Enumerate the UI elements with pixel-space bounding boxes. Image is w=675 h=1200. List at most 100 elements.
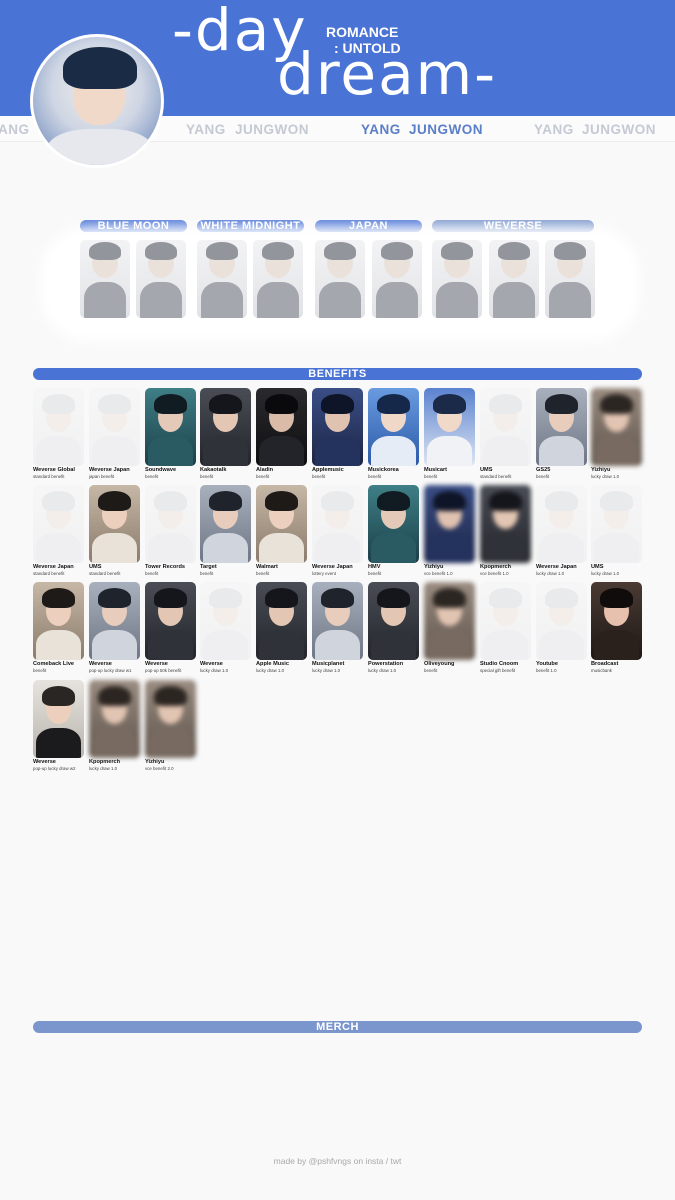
photocard-store: Youtube [536, 661, 558, 667]
photocard-benefit-type: japan benefit [89, 474, 115, 479]
photocard-image [368, 485, 419, 563]
benefit-photocard[interactable]: UMS lucky draw 1.0 [591, 485, 642, 576]
photocard-benefit-type: vce benefit 1.0 [424, 571, 453, 576]
benefit-photocard[interactable]: UMS standard benefit [89, 485, 140, 576]
photocard-benefit-type: benefit 1.0 [536, 668, 557, 673]
benefit-photocard[interactable]: Weverse Japan lottery event [312, 485, 363, 576]
photocard-image [200, 388, 251, 466]
photocard-benefit-type: benefit [368, 571, 382, 576]
photocard-benefit-type: pop-up lucky draw w2 [33, 766, 76, 771]
photocard-store: UMS [591, 564, 604, 570]
photocard-store: Tower Records [145, 564, 185, 570]
benefit-photocard[interactable]: Aladin benefit [256, 388, 307, 479]
version-photocard[interactable] [80, 240, 130, 318]
photocard-store: Kpopmerch [480, 564, 512, 570]
benefit-photocard[interactable]: Target benefit [200, 485, 251, 576]
photocard-store: Weverse [33, 759, 56, 765]
photocard-benefit-type: lucky draw 1.0 [591, 571, 620, 576]
photocard-store: Weverse [200, 661, 223, 667]
benefit-photocard[interactable]: Weverse lucky draw 1.0 [200, 582, 251, 673]
benefit-photocard[interactable]: Musicplanet lucky draw 1.0 [312, 582, 363, 673]
benefit-photocard[interactable]: HMV benefit [368, 485, 419, 576]
benefit-photocard[interactable]: Musickorea benefit [368, 388, 419, 479]
benefit-photocard[interactable]: Weverse Japan standard benefit [33, 485, 84, 576]
photocard-store: Applemusic [312, 467, 344, 473]
photocard-store: Soundwave [145, 467, 177, 473]
photocard-benefit-type: benefit [256, 571, 270, 576]
name-strip-item: YANG [186, 122, 226, 137]
benefit-photocard[interactable]: UMS standard benefit [480, 388, 531, 479]
benefit-photocard[interactable]: GS25 benefit [536, 388, 587, 479]
photocard-image [591, 388, 642, 466]
version-photocard[interactable] [432, 240, 482, 318]
benefit-photocard[interactable]: Kpopmerch lucky draw 1.0 [89, 680, 140, 771]
photocard-store: Walmart [256, 564, 278, 570]
photocard-store: Musickorea [368, 467, 399, 473]
benefit-photocard[interactable]: Tower Records benefit [145, 485, 196, 576]
benefit-photocard[interactable]: Powerstation lucky draw 1.0 [368, 582, 419, 673]
benefit-photocard[interactable]: Oliveyoung benefit [424, 582, 475, 673]
benefit-photocard[interactable]: Apple Music lucky draw 1.0 [256, 582, 307, 673]
album-title: -day dream- [172, 0, 512, 116]
photocard-benefit-type: benefit [200, 474, 214, 479]
photocard-store: HMV [368, 564, 381, 570]
name-strip-item: ANG [0, 122, 30, 137]
benefit-photocard[interactable]: Weverse pop-up lucky draw w2 [33, 680, 84, 771]
benefit-photocard[interactable]: Yizhiyu vce benefit 2.0 [145, 680, 196, 771]
photocard-store: Weverse Japan [536, 564, 577, 570]
photocard-store: GS25 [536, 467, 551, 473]
photocard-benefit-type: vce benefit 2.0 [145, 766, 174, 771]
benefit-photocard[interactable]: Kakaotalk benefit [200, 388, 251, 479]
version-photocard[interactable] [545, 240, 595, 318]
photocard-image [33, 388, 84, 466]
version-photocard[interactable] [489, 240, 539, 318]
photocard-benefit-type: pop-up lucky draw w1 [89, 668, 132, 673]
benefit-photocard[interactable]: Weverse Japan japan benefit [89, 388, 140, 479]
photocard-benefit-type: standard benefit [33, 571, 65, 576]
subtitle-line1: ROMANCE [326, 24, 399, 40]
photocard-image [89, 582, 140, 660]
benefit-photocard[interactable]: Comeback Live benefit [33, 582, 84, 673]
benefits-section-header: BENEFITS [33, 368, 642, 380]
benefit-photocard[interactable]: Kpopmerch vce benefit 1.0 [480, 485, 531, 576]
credit-footer: made by @pshfvngs on insta / twt [273, 1156, 402, 1166]
benefit-photocard[interactable]: Weverse pop-up lucky draw w1 [89, 582, 140, 673]
benefit-photocard[interactable]: Studio Cnoom special gift benefit [480, 582, 531, 673]
version-photocard[interactable] [136, 240, 186, 318]
benefit-photocard[interactable]: Weverse pop-up 50k benefit [145, 582, 196, 673]
benefit-photocard[interactable]: Musicart benefit [424, 388, 475, 479]
photocard-benefit-type: lucky draw 1.0 [200, 668, 229, 673]
version-photocard[interactable] [253, 240, 303, 318]
benefit-photocard[interactable]: Soundwave benefit [145, 388, 196, 479]
benefit-photocard[interactable]: Yizhiyu vce benefit 1.0 [424, 485, 475, 576]
benefit-photocard[interactable]: Weverse Japan lucky draw 1.0 [536, 485, 587, 576]
photocard-image [312, 582, 363, 660]
photocard-benefit-type: lottery event [312, 571, 336, 576]
benefit-photocard[interactable]: Applemusic benefit [312, 388, 363, 479]
benefit-photocard[interactable]: Broadcast musicbank [591, 582, 642, 673]
photocard-benefit-type: benefit [312, 474, 326, 479]
photocard-image [145, 388, 196, 466]
benefit-photocard[interactable]: Yizhiyu lucky draw 1.0 [591, 388, 642, 479]
photocard-image [89, 485, 140, 563]
photocard-image [536, 485, 587, 563]
photocard-store: Oliveyoung [424, 661, 455, 667]
version-tag-blue-moon: BLUE MOON [80, 220, 187, 232]
benefit-photocard[interactable]: Weverse Global standard benefit [33, 388, 84, 479]
version-photocard[interactable] [197, 240, 247, 318]
photocard-benefit-type: benefit [145, 571, 159, 576]
photocard-store: Weverse Japan [33, 564, 74, 570]
photocard-image [591, 582, 642, 660]
benefit-photocard[interactable]: Youtube benefit 1.0 [536, 582, 587, 673]
version-photocard[interactable] [372, 240, 422, 318]
version-photocard[interactable] [315, 240, 365, 318]
photocard-image [368, 582, 419, 660]
photocard-store: Yizhiyu [145, 759, 165, 765]
photocard-image [312, 388, 363, 466]
photocard-store: Musicart [424, 467, 448, 473]
benefit-photocard[interactable]: Walmart benefit [256, 485, 307, 576]
album-subtitle: ROMANCE : UNTOLD [326, 24, 401, 56]
merch-section-header: MERCH [33, 1021, 642, 1033]
photocard-benefit-type: benefit [256, 474, 270, 479]
photocard-image [256, 582, 307, 660]
